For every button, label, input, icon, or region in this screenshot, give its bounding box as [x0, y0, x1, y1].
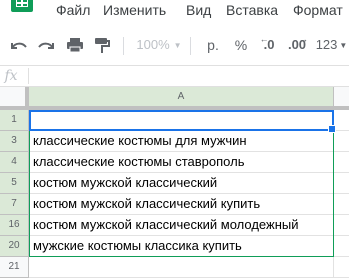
- cell-a20[interactable]: мужские костюмы классика купить: [29, 236, 334, 257]
- menu-edit[interactable]: Изменить: [103, 0, 166, 20]
- menu-view[interactable]: Вид: [186, 0, 211, 20]
- sheets-logo-icon[interactable]: [11, 0, 33, 12]
- table-row: 20 мужские костюмы классика купить: [0, 236, 349, 257]
- zoom-select[interactable]: 100% ▼: [135, 30, 183, 60]
- cell-b16[interactable]: [334, 215, 349, 236]
- row-header[interactable]: 3: [0, 131, 29, 152]
- row-header[interactable]: 20: [0, 236, 29, 257]
- cell-a4[interactable]: классические костюмы ставрополь: [29, 152, 334, 173]
- arrow-right-icon: →: [299, 34, 309, 44]
- toolbar-divider: [190, 37, 191, 55]
- menu-file[interactable]: Файл: [56, 0, 90, 20]
- more-formats-label: 123: [315, 37, 338, 52]
- undo-icon[interactable]: [8, 30, 30, 60]
- chevron-down-icon: ▼: [339, 41, 348, 50]
- table-row: 3 классические костюмы для мужчин: [0, 131, 349, 152]
- formula-bar: fx: [0, 65, 349, 87]
- redo-icon[interactable]: [35, 30, 57, 60]
- arrow-left-icon: ←: [259, 34, 269, 44]
- table-row: 21: [0, 257, 349, 278]
- cell-b20[interactable]: [334, 236, 349, 257]
- column-header-a[interactable]: A: [29, 87, 334, 110]
- currency-format-button[interactable]: р.: [201, 30, 225, 60]
- toolbar: 100% ▼ р. % .0 ← .00 → 123 ▼: [0, 30, 349, 60]
- table-row: 4 классические костюмы ставрополь: [0, 152, 349, 173]
- cell-b3[interactable]: [334, 131, 349, 152]
- print-icon[interactable]: [64, 30, 86, 60]
- chevron-down-icon: ▼: [173, 41, 182, 50]
- menu-bar: Файл Изменить Вид Вставка Формат: [0, 0, 349, 22]
- row-header[interactable]: 4: [0, 152, 29, 173]
- menu-insert[interactable]: Вставка: [226, 0, 278, 20]
- row-header[interactable]: 7: [0, 194, 29, 215]
- fill-handle[interactable]: [328, 125, 336, 133]
- percent-format-button[interactable]: %: [230, 30, 252, 60]
- cell-a7[interactable]: костюм мужской классический купить: [29, 194, 334, 215]
- cell-a21[interactable]: [29, 257, 334, 278]
- row-header[interactable]: 16: [0, 215, 29, 236]
- cell-a5[interactable]: костюм мужской классический: [29, 173, 334, 194]
- cell-b5[interactable]: [334, 173, 349, 194]
- cell-b7[interactable]: [334, 194, 349, 215]
- row-header[interactable]: 5: [0, 173, 29, 194]
- cell-a3[interactable]: классические костюмы для мужчин: [29, 131, 334, 152]
- cell-b21[interactable]: [334, 257, 349, 278]
- table-row: 5 костюм мужской классический: [0, 173, 349, 194]
- sheet-grid: A 1 3 классические костюмы для мужчин 4 …: [0, 87, 349, 278]
- row-header[interactable]: 1: [0, 110, 29, 131]
- fx-icon: fx: [4, 68, 18, 84]
- table-row: 16 костюм мужской классический молодежны…: [0, 215, 349, 236]
- more-formats-button[interactable]: 123 ▼: [314, 30, 349, 60]
- increase-decimals-button[interactable]: .00 →: [284, 30, 310, 60]
- active-cell-border[interactable]: [29, 110, 336, 133]
- toolbar-divider: [123, 37, 124, 55]
- menu-format[interactable]: Формат: [293, 0, 343, 20]
- cell-b4[interactable]: [334, 152, 349, 173]
- paint-format-icon[interactable]: [91, 30, 113, 60]
- column-header-b[interactable]: [334, 87, 349, 110]
- table-row: 7 костюм мужской классический купить: [0, 194, 349, 215]
- decrease-decimals-button[interactable]: .0 ←: [258, 30, 280, 60]
- zoom-value: 100%: [136, 37, 170, 52]
- select-all-corner[interactable]: [0, 87, 29, 110]
- cell-a16[interactable]: костюм мужской классический молодежный: [29, 215, 334, 236]
- row-header[interactable]: 21: [0, 257, 29, 278]
- cell-b1[interactable]: [334, 110, 349, 131]
- formula-divider: [28, 68, 29, 84]
- formula-input[interactable]: [30, 66, 349, 86]
